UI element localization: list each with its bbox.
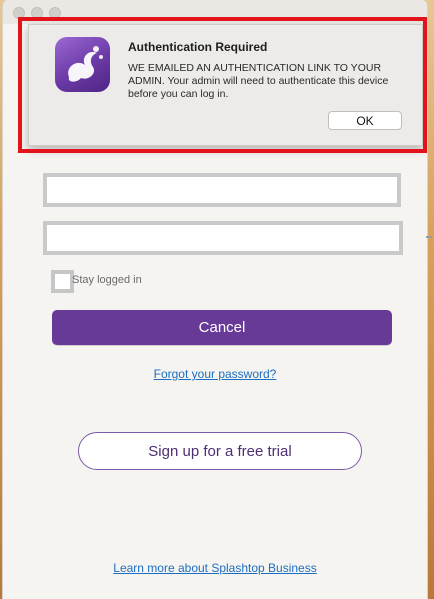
- cancel-button[interactable]: Cancel: [52, 310, 392, 345]
- password-field[interactable]: [43, 221, 403, 255]
- window-edge-marker: [426, 236, 432, 238]
- app-window: Stay logged in Cancel Forgot your passwo…: [2, 0, 428, 599]
- stay-logged-in-checkbox[interactable]: [51, 270, 74, 293]
- stay-logged-in-label: Stay logged in: [72, 274, 142, 286]
- free-trial-button[interactable]: Sign up for a free trial: [78, 432, 362, 470]
- zoom-window-button[interactable]: [49, 7, 61, 19]
- alert-title: Authentication Required: [128, 40, 268, 54]
- close-window-button[interactable]: [13, 7, 25, 19]
- alert-message: WE EMAILED AN AUTHENTICATION LINK TO YOU…: [128, 62, 389, 100]
- window-titlebar: [3, 0, 427, 24]
- splashtop-app-icon: [55, 37, 110, 92]
- username-field[interactable]: [43, 173, 401, 207]
- forgot-password-link[interactable]: Forgot your password?: [3, 367, 427, 381]
- ok-button[interactable]: OK: [328, 111, 402, 130]
- authentication-alert: Authentication Required WE EMAILED AN AU…: [28, 24, 423, 146]
- minimize-window-button[interactable]: [31, 7, 43, 19]
- learn-more-link[interactable]: Learn more about Splashtop Business: [3, 561, 427, 575]
